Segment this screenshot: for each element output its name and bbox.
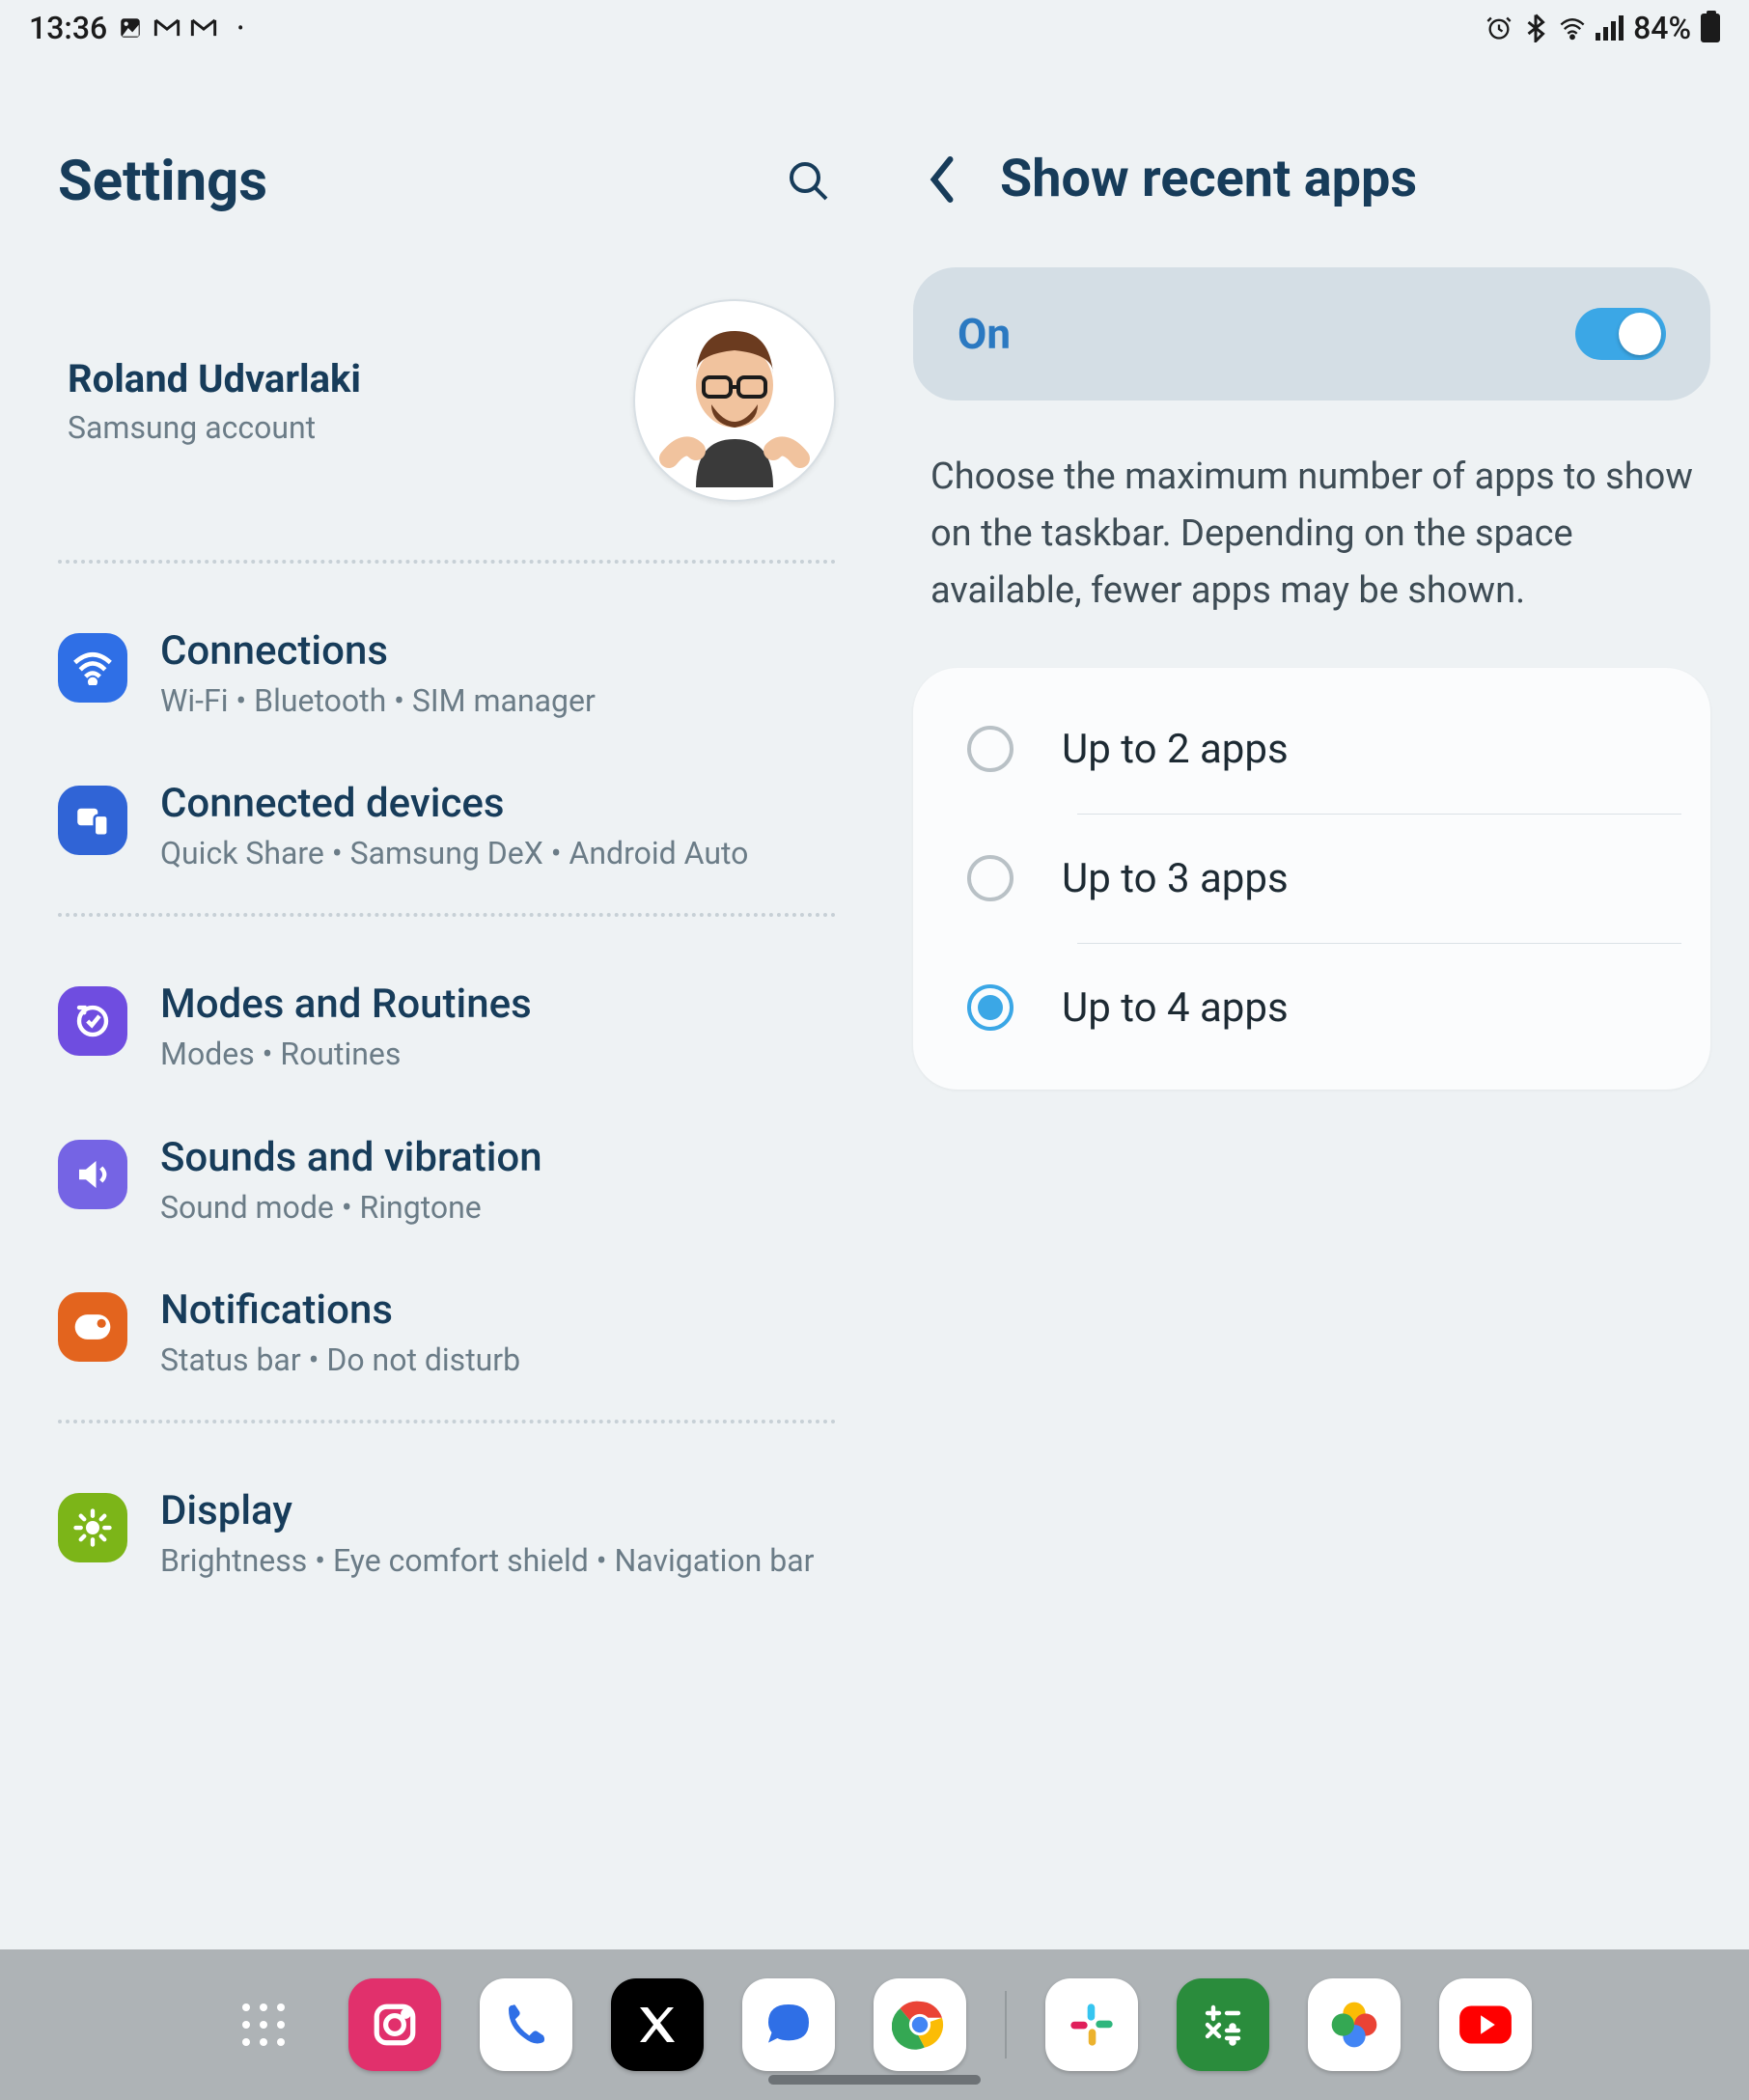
more-notifications-dot: • <box>227 14 254 41</box>
radio-icon <box>967 726 1013 772</box>
battery-icon <box>1701 14 1720 42</box>
toggle-label: On <box>958 309 1011 359</box>
settings-item-connected-devices[interactable]: Connected devices Quick Share • Samsung … <box>58 751 836 903</box>
item-title: Sounds and vibration <box>160 1134 542 1181</box>
settings-item-sounds[interactable]: Sounds and vibration Sound mode • Ringto… <box>58 1105 836 1257</box>
alarm-icon <box>1485 14 1513 41</box>
option-description: Choose the maximum number of apps to sho… <box>913 401 1710 668</box>
divider <box>58 1420 836 1423</box>
settings-item-notifications[interactable]: Notifications Status bar • Do not distur… <box>58 1257 836 1410</box>
detail-title: Show recent apps <box>1000 149 1417 209</box>
wifi-icon <box>58 633 127 703</box>
master-toggle-card[interactable]: On <box>913 267 1710 401</box>
divider <box>58 560 836 564</box>
item-sub: Modes • Routines <box>160 1034 532 1075</box>
option-label: Up to 4 apps <box>1062 984 1289 1032</box>
toggle-switch[interactable] <box>1575 308 1666 360</box>
taskbar-app-chrome[interactable] <box>874 1978 966 2071</box>
item-sub: Brightness • Eye comfort shield • Naviga… <box>160 1540 814 1582</box>
settings-item-display[interactable]: Display Brightness • Eye comfort shield … <box>58 1458 836 1611</box>
settings-item-modes-routines[interactable]: Modes and Routines Modes • Routines <box>58 952 836 1104</box>
bluetooth-icon <box>1522 14 1549 41</box>
sound-icon <box>58 1140 127 1209</box>
avatar[interactable] <box>633 299 836 502</box>
item-title: Notifications <box>160 1286 520 1334</box>
option-up-to-4[interactable]: Up to 4 apps <box>913 944 1710 1072</box>
settings-item-connections[interactable]: Connections Wi-Fi • Bluetooth • SIM mana… <box>58 598 836 751</box>
item-sub: Sound mode • Ringtone <box>160 1187 542 1229</box>
gmail-icon-1 <box>153 14 180 41</box>
item-sub: Quick Share • Samsung DeX • Android Auto <box>160 833 748 874</box>
samsung-account-row[interactable]: Roland Udvarlaki Samsung account <box>58 272 836 550</box>
account-name: Roland Udvarlaki <box>68 356 361 401</box>
taskbar-app-calculator[interactable] <box>1177 1978 1269 2071</box>
item-title: Display <box>160 1487 814 1534</box>
detail-pane: Show recent apps On Choose the maximum n… <box>874 52 1749 1611</box>
taskbar-app-photos[interactable] <box>1308 1978 1401 2071</box>
page-title: Settings <box>58 149 267 214</box>
option-label: Up to 2 apps <box>1062 726 1289 773</box>
options-card: Up to 2 apps Up to 3 apps Up to 4 apps <box>913 668 1710 1090</box>
status-bar: 13:36 • 84% <box>0 0 1749 52</box>
status-time: 13:36 <box>29 10 107 46</box>
option-up-to-3[interactable]: Up to 3 apps <box>913 815 1710 943</box>
back-button[interactable] <box>923 160 961 199</box>
taskbar-app-slack[interactable] <box>1045 1978 1138 2071</box>
item-sub: Wi-Fi • Bluetooth • SIM manager <box>160 680 596 722</box>
item-sub: Status bar • Do not disturb <box>160 1340 520 1381</box>
settings-list-pane: Settings Roland Udvarlaki Samsung accoun… <box>0 52 874 1611</box>
item-title: Modes and Routines <box>160 981 532 1028</box>
battery-percent: 84% <box>1633 10 1691 46</box>
option-label: Up to 3 apps <box>1062 855 1289 902</box>
taskbar-separator <box>1005 1991 1007 2059</box>
notification-icon <box>58 1292 127 1362</box>
option-up-to-2[interactable]: Up to 2 apps <box>913 685 1710 814</box>
signal-icon <box>1596 15 1624 41</box>
brightness-icon <box>58 1493 127 1562</box>
apps-drawer-button[interactable] <box>217 1978 310 2071</box>
taskbar-app-x[interactable] <box>611 1978 704 2071</box>
search-button[interactable] <box>782 154 836 208</box>
taskbar-app-messages[interactable] <box>742 1978 835 2071</box>
routines-icon <box>58 986 127 1056</box>
wifi-icon <box>1559 14 1586 41</box>
item-title: Connected devices <box>160 780 748 827</box>
item-title: Connections <box>160 627 596 675</box>
account-sub: Samsung account <box>68 409 361 446</box>
taskbar-app-instagram[interactable] <box>348 1978 441 2071</box>
navigation-handle[interactable] <box>768 2075 981 2085</box>
image-notification-icon <box>117 14 144 41</box>
devices-icon <box>58 786 127 855</box>
radio-icon <box>967 855 1013 901</box>
radio-icon-selected <box>967 984 1013 1031</box>
taskbar <box>0 1949 1749 2100</box>
gmail-icon-2 <box>190 14 217 41</box>
taskbar-app-phone[interactable] <box>480 1978 572 2071</box>
taskbar-app-youtube[interactable] <box>1439 1978 1532 2071</box>
divider <box>58 913 836 917</box>
